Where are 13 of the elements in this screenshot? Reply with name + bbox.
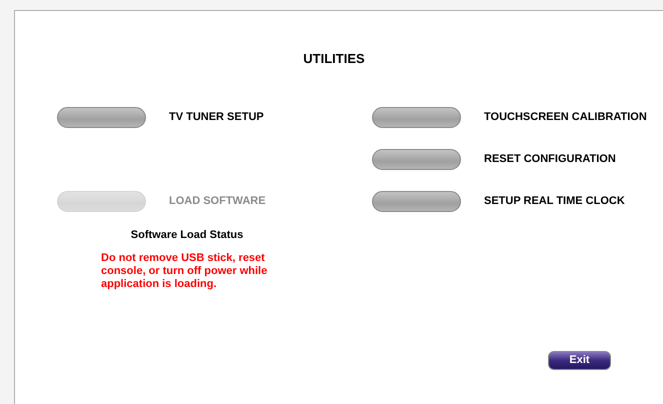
option-button[interactable] bbox=[372, 190, 461, 212]
option-button[interactable] bbox=[372, 148, 461, 170]
status-heading: Software Load Status bbox=[130, 228, 244, 242]
option-label: LOAD SOFTWARE bbox=[169, 194, 266, 209]
page-title: UTILITIES bbox=[303, 50, 365, 68]
exit-button[interactable]: Exit bbox=[548, 350, 611, 370]
option-button[interactable] bbox=[57, 106, 146, 128]
option-label: TOUCHSCREEN CALIBRATION bbox=[484, 110, 647, 125]
option-button[interactable] bbox=[372, 106, 461, 128]
option-label: RESET CONFIGURATION bbox=[484, 152, 616, 167]
option-label: TV TUNER SETUP bbox=[169, 110, 264, 125]
warning-text: Do not remove USB stick, reset console, or turn off power while application is loading. bbox=[101, 252, 268, 291]
option-label: SETUP REAL TIME CLOCK bbox=[484, 194, 625, 209]
